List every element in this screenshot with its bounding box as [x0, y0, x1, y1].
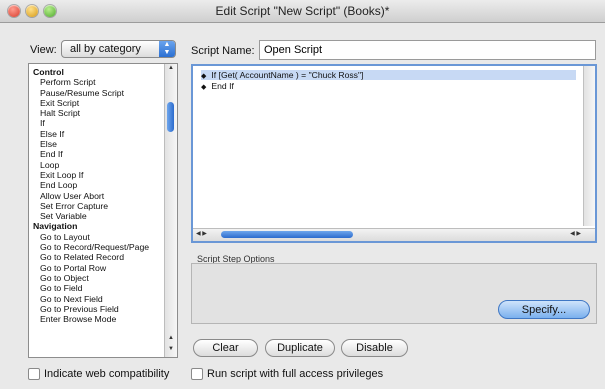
scroll-up-icon[interactable]: ▲	[165, 335, 177, 345]
title-bar: Edit Script "New Script" (Books)*	[0, 0, 605, 23]
step-item[interactable]: Set Variable	[33, 211, 177, 221]
web-compat-label: Indicate web compatibility	[44, 368, 170, 380]
script-name-input[interactable]	[259, 40, 596, 60]
step-category: Control	[33, 67, 64, 77]
step-item[interactable]: Exit Loop If	[33, 170, 177, 180]
scroll-left-right-icon[interactable]: ◀ ▶	[570, 230, 581, 237]
step-item[interactable]: Halt Script	[33, 108, 177, 118]
step-item[interactable]: Go to Record/Request/Page	[33, 242, 177, 252]
scroll-down-icon[interactable]: ▼	[165, 346, 177, 356]
step-item[interactable]: Perform Script	[33, 77, 177, 87]
step-item[interactable]: Go to Next Field	[33, 294, 177, 304]
scroll-left-right-icon[interactable]: ◀ ▶	[196, 230, 207, 237]
step-item[interactable]: Allow User Abort	[33, 191, 177, 201]
disable-button[interactable]: Disable	[341, 339, 408, 357]
step-item[interactable]: Go to Object	[33, 273, 177, 283]
step-item[interactable]: Go to Portal Row	[33, 263, 177, 273]
scroll-up-icon[interactable]: ▲	[165, 65, 177, 75]
editor-vertical-scrollbar[interactable]	[583, 66, 595, 226]
step-item[interactable]: End Loop	[33, 180, 177, 190]
step-item[interactable]: End If	[33, 149, 177, 159]
step-item[interactable]: Loop	[33, 160, 177, 170]
duplicate-button[interactable]: Duplicate	[265, 339, 335, 357]
view-label: View:	[30, 44, 57, 56]
view-select[interactable]: all by category ▲ ▼	[61, 40, 176, 58]
step-item[interactable]: Enter Browse Mode	[33, 314, 177, 324]
editor-horizontal-scrollbar[interactable]: ◀ ▶ ◀ ▶	[193, 228, 595, 241]
script-line-text: End If	[211, 81, 234, 91]
step-category: Navigation	[33, 221, 78, 232]
checkbox-box[interactable]	[28, 368, 40, 380]
script-line[interactable]: ◆ End If	[201, 81, 234, 91]
step-item[interactable]: Exit Script	[33, 98, 177, 108]
diamond-bullet-icon[interactable]: ◆	[201, 83, 206, 93]
step-item[interactable]: If	[33, 118, 177, 128]
script-line[interactable]: ◆ If [Get( AccountName ) = "Chuck Ross"]	[201, 70, 576, 80]
web-compat-checkbox[interactable]: Indicate web compatibility	[28, 368, 169, 380]
window-title: Edit Script "New Script" (Books)*	[215, 4, 390, 18]
step-item[interactable]: Go to Field	[33, 283, 177, 293]
specify-button[interactable]: Specify...	[498, 300, 590, 319]
step-item[interactable]: Go to Previous Field	[33, 304, 177, 314]
steps-scroll-thumb[interactable]	[167, 102, 174, 132]
script-editor[interactable]: ◆ If [Get( AccountName ) = "Chuck Ross"] ◆…	[191, 64, 597, 243]
checkbox-box[interactable]	[191, 368, 203, 380]
view-select-value: all by category	[70, 43, 141, 55]
edit-script-window: Edit Script "New Script" (Books)* View: …	[0, 0, 605, 389]
step-item[interactable]: Else	[33, 139, 177, 149]
script-line-text: If [Get( AccountName ) = "Chuck Ross"]	[211, 70, 364, 80]
step-item[interactable]: Go to Related Record	[33, 252, 177, 262]
steps-ul: Control Perform Script Pause/Resume Script…	[29, 64, 177, 324]
step-item[interactable]: Pause/Resume Script	[33, 88, 177, 98]
full-access-checkbox[interactable]: Run script with full access privileges	[191, 368, 383, 380]
clear-button[interactable]: Clear	[193, 339, 258, 357]
script-name-label: Script Name:	[191, 45, 255, 57]
steps-scrollbar[interactable]: ▲ ▲ ▼	[164, 64, 177, 357]
chevron-updown-icon: ▲ ▼	[159, 41, 175, 57]
editor-scroll-thumb[interactable]	[221, 231, 353, 238]
step-item[interactable]: Else If	[33, 129, 177, 139]
script-steps-list[interactable]: Control Perform Script Pause/Resume Script…	[28, 63, 178, 358]
step-item[interactable]: Go to Layout	[33, 232, 177, 242]
full-access-label: Run script with full access privileges	[207, 368, 384, 380]
step-item[interactable]: Set Error Capture	[33, 201, 177, 211]
